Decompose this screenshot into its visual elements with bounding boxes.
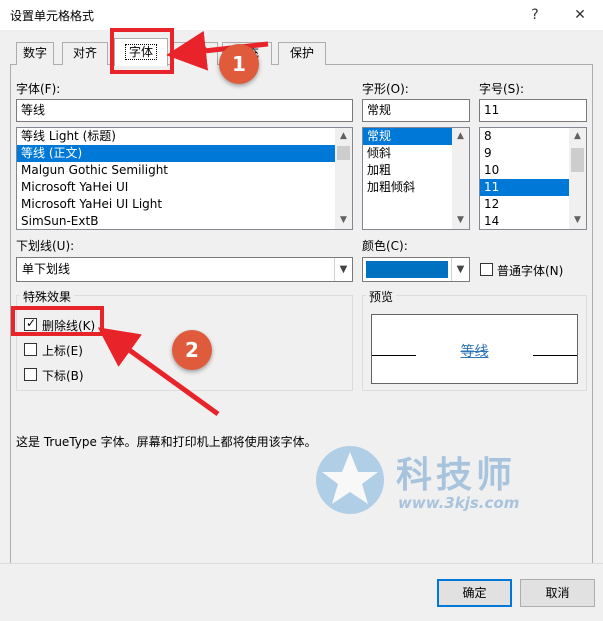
annotation-callout-2: 2 <box>172 330 212 370</box>
annotation-highlight-strikethrough <box>11 306 104 336</box>
annotation-callout-1: 1 <box>219 44 259 84</box>
annotation-highlight-tab <box>110 28 174 74</box>
